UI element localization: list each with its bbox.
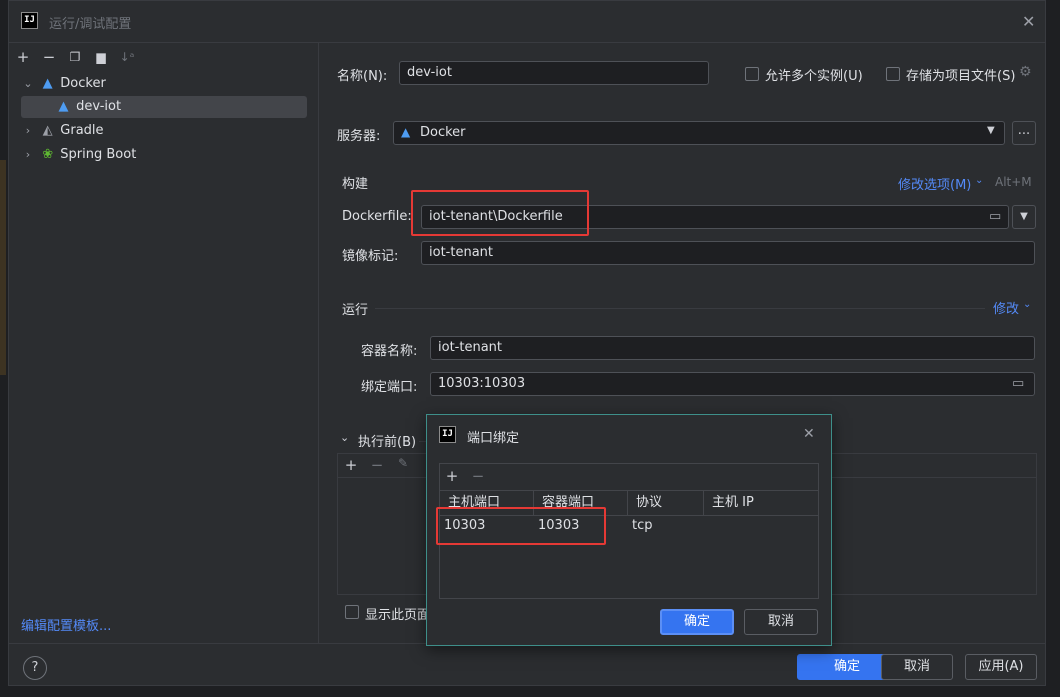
- add-icon[interactable]: +: [341, 456, 361, 474]
- copy-icon[interactable]: ❐: [65, 50, 85, 64]
- bind-ports-input[interactable]: 10303:10303: [430, 372, 1035, 396]
- allow-multiple-checkbox[interactable]: [745, 67, 759, 81]
- highlight-box-ports: [436, 507, 606, 545]
- add-icon[interactable]: +: [442, 467, 462, 485]
- popup-cancel-button[interactable]: 取消: [744, 609, 818, 635]
- chevron-right-icon[interactable]: ›: [21, 144, 35, 166]
- server-label: 服务器:: [337, 129, 381, 144]
- tree-item-label: dev-iot: [76, 99, 122, 114]
- store-as-file-label: 存储为项目文件(S): [906, 69, 1016, 84]
- name-input[interactable]: dev-iot: [399, 61, 709, 85]
- remove-icon[interactable]: −: [39, 48, 59, 66]
- tree-item-label: Gradle: [60, 123, 104, 138]
- show-page-label: 显示此页面: [365, 608, 431, 623]
- allow-multiple-label: 允许多个实例(U): [765, 69, 863, 84]
- dockerfile-label: Dockerfile:: [342, 209, 412, 224]
- dockerfile-dropdown-button[interactable]: ▼: [1012, 205, 1036, 229]
- popup-ok-button[interactable]: 确定: [660, 609, 734, 635]
- container-name-label: 容器名称:: [361, 344, 418, 359]
- intellij-logo-icon: IJ: [21, 12, 38, 29]
- add-icon[interactable]: +: [13, 48, 33, 66]
- folder-icon[interactable]: ▭: [1012, 376, 1024, 391]
- before-launch-title[interactable]: 执行前(B): [358, 431, 416, 450]
- tree-item-docker[interactable]: ⌄ ▲ Docker: [21, 73, 307, 95]
- remove-icon[interactable]: −: [367, 456, 387, 474]
- close-icon[interactable]: ✕: [803, 426, 815, 442]
- image-tag-label: 镜像标记:: [342, 249, 399, 264]
- ide-bottom-strip: [0, 686, 1060, 697]
- column-header-host-ip[interactable]: 主机 IP: [704, 490, 818, 515]
- docker-icon: ▲: [42, 76, 53, 91]
- container-name-input[interactable]: iot-tenant: [430, 336, 1035, 360]
- modify-options-shortcut: Alt+M: [995, 175, 1032, 189]
- close-icon[interactable]: ✕: [1022, 12, 1035, 31]
- column-header-protocol[interactable]: 协议: [628, 490, 704, 515]
- edit-icon[interactable]: ✎: [393, 456, 413, 470]
- sort-icon[interactable]: ↓ᵃ: [117, 50, 137, 64]
- cancel-button[interactable]: 取消: [881, 654, 953, 680]
- folder-add-icon[interactable]: ▆: [91, 50, 111, 64]
- tree-item-label: Docker: [60, 76, 106, 91]
- apply-button[interactable]: 应用(A): [965, 654, 1037, 680]
- popup-title: 端口绑定: [467, 431, 520, 446]
- chevron-down-icon[interactable]: ⌄: [1023, 299, 1031, 310]
- chevron-right-icon[interactable]: ›: [21, 120, 35, 142]
- store-as-file-checkbox[interactable]: [886, 67, 900, 81]
- ide-editor-gutter: [0, 160, 6, 375]
- chevron-down-icon[interactable]: ⌄: [21, 73, 35, 95]
- server-selected-value: Docker: [420, 125, 466, 140]
- run-modify-link[interactable]: 修改: [993, 298, 1019, 317]
- run-section-divider: [375, 308, 985, 309]
- intellij-logo-icon: IJ: [439, 426, 456, 443]
- run-section-title: 运行: [342, 303, 369, 318]
- server-select[interactable]: Docker: [393, 121, 1005, 145]
- tree-item-label: Spring Boot: [60, 147, 137, 162]
- dialog-title: 运行/调试配置: [49, 17, 132, 32]
- remove-icon[interactable]: −: [468, 467, 488, 485]
- config-tree-panel: + − ❐ ▆ ↓ᵃ ⌄ ▲ Docker ▲ dev-iot › ◭ Grad…: [9, 43, 319, 643]
- cell-protocol[interactable]: tcp: [628, 515, 704, 537]
- server-more-button[interactable]: ...: [1012, 121, 1036, 145]
- help-button[interactable]: ?: [23, 656, 47, 680]
- build-section-title: 构建: [342, 177, 369, 192]
- chevron-down-icon[interactable]: ⌄: [340, 431, 349, 444]
- show-page-checkbox[interactable]: [345, 605, 359, 619]
- port-table-toolbar: + −: [440, 464, 818, 490]
- docker-icon: ▲: [401, 125, 411, 139]
- name-label: 名称(N):: [337, 69, 388, 84]
- cell-host-ip[interactable]: [704, 515, 818, 537]
- port-binding-dialog: IJ 端口绑定 ✕ + − 主机端口 容器端口 协议 主机 IP 10303 1…: [426, 414, 832, 646]
- spring-boot-icon: ❀: [42, 147, 54, 162]
- chevron-down-icon[interactable]: ▼: [987, 125, 995, 136]
- bind-ports-label: 绑定端口:: [361, 380, 418, 395]
- gradle-icon: ◭: [42, 123, 53, 138]
- edit-templates-link[interactable]: 编辑配置模板...: [21, 615, 111, 634]
- tree-item-dev-iot[interactable]: ▲ dev-iot: [21, 96, 307, 118]
- tree-item-spring-boot[interactable]: › ❀ Spring Boot: [21, 144, 307, 166]
- tree-toolbar: + − ❐ ▆ ↓ᵃ: [13, 46, 137, 68]
- chevron-down-icon[interactable]: ⌄: [975, 175, 983, 186]
- docker-icon: ▲: [58, 99, 69, 114]
- gear-icon[interactable]: ⚙: [1019, 64, 1032, 80]
- ide-right-strip: [1046, 0, 1060, 697]
- tree-item-gradle[interactable]: › ◭ Gradle: [21, 120, 307, 142]
- highlight-box-dockerfile: [411, 190, 589, 236]
- image-tag-input[interactable]: iot-tenant: [421, 241, 1035, 265]
- modify-options-link[interactable]: 修改选项(M): [898, 174, 971, 193]
- title-bar: IJ 运行/调试配置 ✕: [9, 1, 1045, 43]
- folder-icon[interactable]: ▭: [989, 209, 1001, 224]
